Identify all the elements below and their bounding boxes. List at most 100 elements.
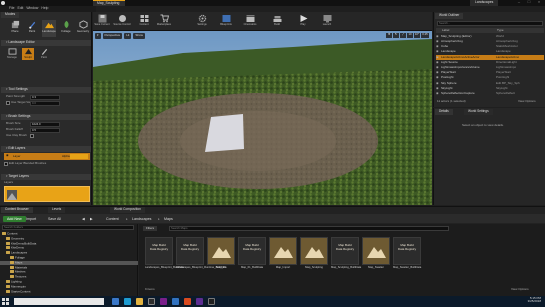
launch-button[interactable]: Launch	[318, 13, 336, 30]
world-composition-tab[interactable]: World Composition	[110, 207, 145, 213]
tool-settings-header[interactable]: Tool Settings	[1, 87, 91, 93]
world-outliner-tab[interactable]: World Outliner	[435, 13, 464, 19]
folder-tree-item[interactable]: StarterContent	[0, 289, 138, 294]
task-view-icon[interactable]	[112, 298, 119, 305]
eye-icon[interactable]: ◉	[6, 153, 9, 157]
paint-tool-button[interactable]: Paint	[38, 48, 50, 60]
project-tab[interactable]: Landscapes	[470, 0, 499, 6]
blueprints-button[interactable]: Blueprints	[217, 13, 235, 30]
details-tab[interactable]: Details	[435, 109, 453, 115]
geometry-mode-button[interactable]: Geometry	[76, 20, 90, 37]
outliner-view-options[interactable]: View Options	[518, 99, 536, 103]
path-maps[interactable]: Maps	[164, 217, 173, 221]
folder-search-input[interactable]: Search Folders	[2, 225, 134, 230]
path-content[interactable]: Content	[106, 217, 119, 221]
brush-falloff-field[interactable]: 0.5	[30, 128, 60, 133]
translate-icon[interactable]: ✥	[386, 32, 392, 38]
filters-button[interactable]: Filters	[143, 226, 158, 232]
edit-layer-row[interactable]: ◉ Layer Alpha	[4, 153, 90, 160]
asset-tile[interactable]: Map_01	[207, 237, 235, 277]
close-icon[interactable]: ×	[534, 0, 544, 6]
levels-tab[interactable]: Levels	[48, 207, 66, 213]
menu-window[interactable]: Window	[26, 6, 38, 11]
build-button[interactable]: Build	[268, 13, 286, 30]
edit-layer-blend-checkbox[interactable]	[4, 162, 8, 166]
grid-snap-value[interactable]: 10	[407, 32, 413, 38]
app-icon[interactable]	[184, 298, 191, 305]
manage-tool-button[interactable]: Manage	[6, 48, 18, 60]
rotate-icon[interactable]: ↻	[393, 32, 399, 38]
asset-search-input[interactable]: Search Maps	[169, 226, 449, 231]
premiere-icon[interactable]	[160, 298, 167, 305]
edge-browser-icon[interactable]	[124, 298, 131, 305]
target-layer-heightmap[interactable]	[4, 186, 90, 202]
file-explorer-icon[interactable]	[136, 298, 143, 305]
back-arrow-icon[interactable]: ◀	[82, 217, 85, 221]
asset-view-options[interactable]: View Options	[511, 287, 529, 291]
menu-file[interactable]: File	[9, 6, 14, 11]
asset-tile[interactable]: Map_Import	[269, 237, 297, 277]
scale-snap-value[interactable]: 0.25	[421, 32, 429, 38]
content-button[interactable]: Content	[135, 13, 153, 30]
lit-button[interactable]: Lit	[124, 33, 132, 39]
plane-mesh[interactable]	[205, 114, 244, 152]
paint-mode-button[interactable]: Paint	[25, 20, 39, 37]
play-button[interactable]: Play	[294, 13, 312, 30]
use-target-value-checkbox[interactable]	[6, 101, 10, 105]
windows-start-icon[interactable]	[2, 298, 9, 305]
visual-studio-icon[interactable]	[196, 298, 203, 305]
cinematics-button[interactable]: Cinematics	[241, 13, 259, 30]
paint-strength-field[interactable]: 0.3	[30, 95, 60, 100]
landscape-mode-button[interactable]: Landscape	[42, 20, 56, 37]
unreal-editor-icon[interactable]	[208, 298, 215, 305]
source-control-button[interactable]: Source Control	[113, 13, 131, 30]
target-layers-header[interactable]: Target Layers	[1, 174, 91, 180]
minimize-icon[interactable]: –	[514, 0, 524, 6]
maximize-icon[interactable]: □	[524, 0, 534, 6]
asset-tile[interactable]: Map Build Data Registry Map_Swatter_Built…	[393, 237, 421, 277]
outliner-col-label[interactable]: Label	[442, 28, 449, 32]
foliage-mode-button[interactable]: Foliage	[59, 20, 73, 37]
outliner-row[interactable]: ◉ SphereReflectionCapture SphereReflect	[436, 91, 544, 96]
brush-size-field[interactable]: 1024.0	[30, 122, 60, 127]
add-new-button[interactable]: Add New	[3, 215, 26, 222]
target-value-field[interactable]: 0.0	[30, 101, 60, 106]
landscape-editor-header[interactable]: Landscape Editor	[1, 40, 91, 46]
asset-tile[interactable]: Map_Swatter	[362, 237, 390, 277]
level-viewport[interactable]: ▾ Perspective Lit Show ✥ ↻ ⤢ 10 10° 0.25	[93, 31, 432, 205]
content-browser-tab[interactable]: Content Browser	[1, 207, 33, 213]
taskbar-search-box[interactable]	[14, 298, 104, 305]
save-all-button[interactable]: Save All	[48, 217, 61, 221]
menu-edit[interactable]: Edit	[17, 6, 23, 11]
marketplace-button[interactable]: Marketplace	[155, 13, 173, 30]
menu-help[interactable]: Help	[41, 6, 48, 11]
outliner-col-type[interactable]: Type	[497, 28, 504, 32]
photoshop-icon[interactable]	[172, 298, 179, 305]
viewport-options-button[interactable]: ▾	[95, 33, 101, 39]
edit-layers-header[interactable]: Edit Layers	[1, 146, 91, 152]
world-settings-tab[interactable]: World Settings	[464, 109, 493, 115]
show-button[interactable]: Show	[133, 33, 145, 39]
place-mode-button[interactable]: Place	[8, 20, 22, 37]
import-button[interactable]: Import	[26, 217, 36, 221]
asset-tile[interactable]: Map Build Data Registry Map_01_BuiltData	[238, 237, 266, 277]
asset-tile[interactable]: Map Build Data Registry Landscapes_Bluepr…	[145, 237, 184, 277]
asset-tile[interactable]: Map Build Data Registry Map_Sculpting_Bui…	[331, 237, 361, 277]
settings-button[interactable]: Settings	[193, 13, 211, 30]
use-clay-brush-checkbox[interactable]	[30, 134, 34, 138]
asset-tile[interactable]: Map Build Data Registry Landscapes_Bluepr…	[176, 237, 227, 277]
level-tab[interactable]: Map_Sculpting	[93, 0, 126, 6]
forward-arrow-icon[interactable]: ▶	[90, 217, 93, 221]
asset-tile[interactable]: Map_Sculpting	[300, 237, 328, 277]
unreal-launcher-icon[interactable]	[148, 298, 155, 305]
save-current-button[interactable]: Save Current	[93, 13, 111, 30]
rotation-snap-value[interactable]: 10°	[414, 32, 420, 38]
modes-tab[interactable]: Modes	[1, 12, 20, 18]
outliner-search-input[interactable]: Search...	[437, 21, 543, 26]
path-landscapes[interactable]: Landscapes	[132, 217, 151, 221]
edit-layer-alpha-slider[interactable]	[70, 154, 88, 159]
perspective-button[interactable]: Perspective	[102, 33, 123, 39]
sculpt-tool-button[interactable]: Sculpt	[22, 48, 34, 60]
scale-icon[interactable]: ⤢	[400, 32, 406, 38]
brush-settings-header[interactable]: Brush Settings	[1, 114, 91, 120]
